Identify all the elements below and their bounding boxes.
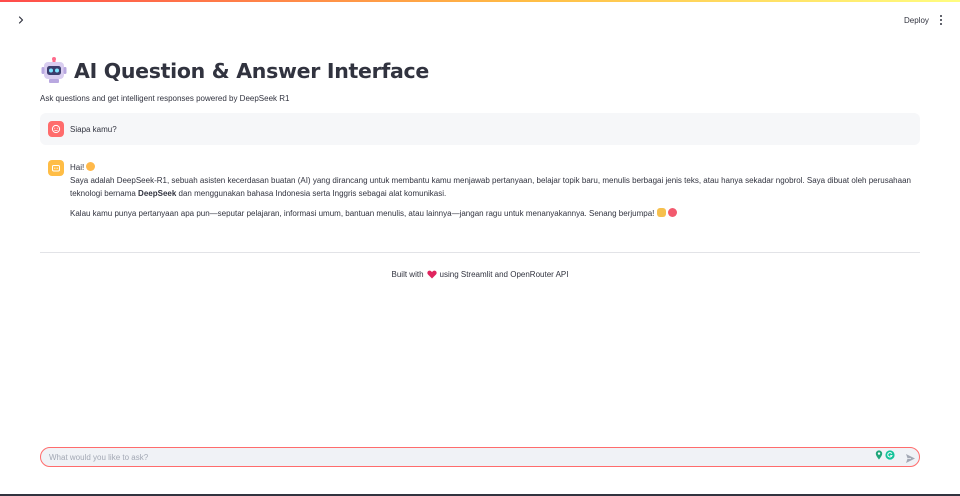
browser-extension-icons — [875, 450, 895, 460]
footer-prefix: Built with — [391, 270, 424, 279]
assistant-greeting: Hai! — [70, 163, 85, 172]
assistant-paragraph-1: Saya adalah DeepSeek-R1, sebuah asisten … — [70, 176, 911, 198]
chevron-right-icon — [18, 16, 24, 24]
footer: Built with using Streamlit and OpenRoute… — [0, 270, 960, 279]
chat-input[interactable] — [41, 448, 919, 466]
grinning-face-emoji-icon — [667, 208, 677, 217]
footer-divider — [40, 252, 920, 253]
title-row: AI Question & Answer Interface — [40, 56, 429, 86]
assistant-greeting-line: Hai! — [70, 161, 920, 174]
page-subtitle: Ask questions and get intelligent respon… — [40, 94, 290, 103]
user-avatar-icon — [48, 121, 64, 137]
assistant-avatar-icon — [48, 160, 64, 176]
kebab-menu-icon — [939, 15, 943, 18]
main-menu-button[interactable] — [934, 12, 948, 28]
send-button[interactable] — [903, 451, 917, 465]
deepseek-bold: DeepSeek — [138, 189, 177, 198]
heart-icon — [426, 270, 437, 279]
user-message-text: Siapa kamu? — [70, 124, 117, 134]
assistant-message-body: Hai! Saya adalah DeepSeek-R1, sebuah asi… — [70, 160, 920, 227]
send-icon — [905, 453, 915, 463]
page-title: AI Question & Answer Interface — [74, 59, 430, 83]
location-pin-icon[interactable] — [875, 450, 883, 460]
robot-icon — [41, 57, 67, 83]
footer-suffix: using Streamlit and OpenRouter API — [439, 270, 569, 279]
assistant-message: Hai! Saya adalah DeepSeek-R1, sebuah asi… — [48, 160, 920, 227]
sidebar-toggle-button[interactable] — [13, 12, 29, 28]
assistant-paragraph-2: Kalau kamu punya pertanyaan apa pun—sepu… — [70, 207, 920, 220]
user-message: Siapa kamu? — [40, 113, 920, 145]
waving-hand-emoji-icon — [656, 208, 666, 217]
app-header: Deploy — [0, 2, 960, 38]
smiling-face-emoji-icon — [86, 162, 96, 171]
chat-input-container — [40, 447, 920, 467]
grammarly-icon[interactable] — [885, 450, 895, 460]
deploy-button[interactable]: Deploy — [900, 12, 933, 28]
